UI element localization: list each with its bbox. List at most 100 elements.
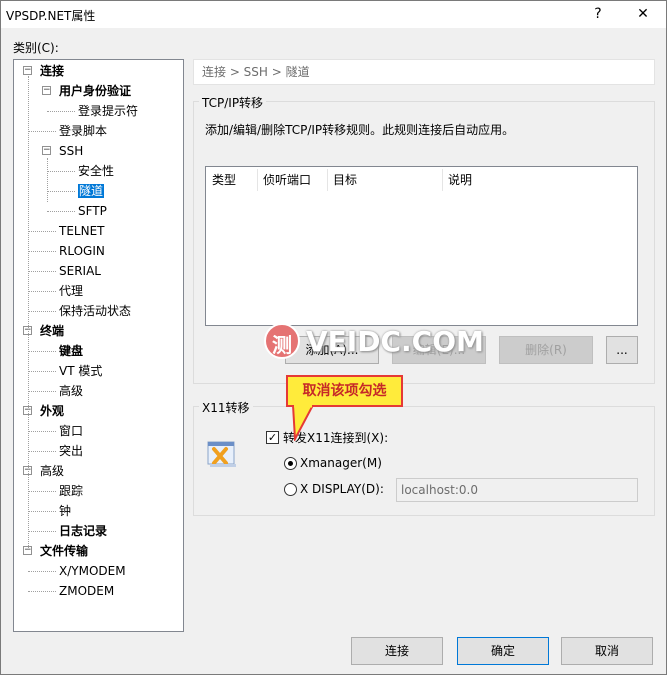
tree-item-label: 窗口 [59,424,84,438]
tree-connector [28,351,56,352]
tree-item[interactable]: SSH [59,142,83,160]
tree-item[interactable]: TELNET [59,222,105,240]
more-button[interactable]: ... [606,336,638,364]
tree-item-label: VT 模式 [59,364,103,378]
tree-connector [47,211,75,212]
category-tree[interactable]: − 连接 − 用户身份验证 登录提示符 登录脚本 − SSH 安全性 隧道 SFTP TELNET RL… [13,59,184,632]
tree-item[interactable]: 窗口 [59,422,83,440]
tree-item-label: RLOGIN [59,244,105,258]
tree-item-label: 登录提示符 [78,104,139,118]
tree-item[interactable]: 钟 [59,502,71,520]
help-button[interactable]: ? [575,1,621,28]
tree-item-label: 日志记录 [59,524,108,538]
tree-item-label: X/YMODEM [59,564,126,578]
tree-item-label: 钟 [59,504,72,518]
watermark-badge: 测 [272,333,292,357]
tree-item[interactable]: 登录提示符 [78,102,138,120]
xdisplay-input[interactable]: localhost:0.0 [396,478,638,502]
tree-item[interactable]: 用户身份验证 [59,82,131,100]
tree-expander[interactable]: − [23,66,32,75]
tree-item[interactable]: 外观 [40,402,64,420]
tree-item[interactable]: ZMODEM [59,582,114,600]
tree-item-label: 保持活动状态 [59,304,132,318]
xmanager-label[interactable]: Xmanager(M) [300,456,382,470]
tree-connector [28,271,56,272]
tree-connector [28,511,56,512]
tree-item-label: 登录脚本 [59,124,108,138]
tree-connector [28,231,56,232]
tcpip-group-title: TCP/IP转移 [199,94,267,111]
tree-item-label: 文件传输 [40,544,89,558]
cancel-button[interactable]: 取消 [561,637,653,665]
column-header-type[interactable]: 类型 [212,171,236,189]
tree-item[interactable]: 键盘 [59,342,83,360]
tree-expander[interactable]: − [42,146,51,155]
tree-item-label: 外观 [40,404,65,418]
xmanager-icon [207,439,237,469]
tree-connector [28,311,56,312]
tree-item[interactable]: 登录脚本 [59,122,107,140]
close-button[interactable]: ✕ [620,1,666,28]
tree-item[interactable]: 终端 [40,322,64,340]
forward-x11-checkbox[interactable]: ✓ [266,431,279,444]
tree-item[interactable]: SFTP [78,202,107,220]
tree-item[interactable]: SERIAL [59,262,101,280]
watermark: 测 VEIDC.COM [264,323,484,359]
xdisplay-label[interactable]: X DISPLAY(D): [300,482,384,496]
tree-guide-line [47,158,48,202]
watermark-text: VEIDC.COM [306,325,484,358]
tree-item-label: 代理 [59,284,84,298]
tree-item-label: 突出 [59,444,84,458]
connect-button[interactable]: 连接 [351,637,443,665]
tree-item[interactable]: 日志记录 [59,522,107,540]
tree-item[interactable]: 连接 [40,62,64,80]
tree-item[interactable]: 高级 [40,462,64,480]
column-separator [327,169,328,191]
tree-item[interactable]: 跟踪 [59,482,83,500]
tree-connector [28,291,56,292]
tree-connector [28,131,56,132]
tree-item-label: 隧道 [78,184,105,198]
xmanager-radio[interactable] [284,457,297,470]
tree-item[interactable]: 隧道 [78,182,105,200]
tree-item[interactable]: X/YMODEM [59,562,126,580]
tree-item-label: ZMODEM [59,584,115,598]
title-bar: VPSDP.NET属性 ? ✕ [1,1,666,28]
tree-item[interactable]: VT 模式 [59,362,102,380]
tree-connector [28,591,56,592]
tree-connector [28,491,56,492]
tree-item-label: SFTP [78,204,107,218]
tree-expander[interactable]: − [42,86,51,95]
tree-item-label: SERIAL [59,264,101,278]
tree-item[interactable]: 代理 [59,282,83,300]
delete-rule-button[interactable]: 删除(R) [499,336,593,364]
tree-item-label: SSH [59,144,84,158]
column-header-listen-port[interactable]: 侦听端口 [263,171,311,189]
close-icon: ✕ [637,6,649,22]
tree-connector [28,571,56,572]
tree-item[interactable]: 保持活动状态 [59,302,131,320]
tree-item-label: 安全性 [78,164,115,178]
xdisplay-radio[interactable] [284,483,297,496]
tcpip-rules-list[interactable]: 类型 侦听端口 目标 说明 [205,166,638,326]
tree-connector [28,431,56,432]
tree-connector [28,251,56,252]
column-header-description[interactable]: 说明 [448,171,472,189]
tree-item[interactable]: 高级 [59,382,83,400]
tree-connector [28,371,56,372]
ok-button[interactable]: 确定 [457,637,549,665]
tree-connector [28,391,56,392]
tree-item[interactable]: 文件传输 [40,542,88,560]
tree-item-label: 高级 [59,384,84,398]
column-header-target[interactable]: 目标 [333,171,357,189]
tree-connector [47,191,75,192]
tree-connector [47,111,75,112]
tree-item-label: 键盘 [59,344,84,358]
tree-item[interactable]: 安全性 [78,162,114,180]
tree-item-label: 用户身份验证 [59,84,132,98]
column-separator [442,169,443,191]
tree-guide-line [28,76,29,548]
tree-item[interactable]: 突出 [59,442,83,460]
tree-item-label: 连接 [40,64,65,78]
tree-item[interactable]: RLOGIN [59,242,105,260]
